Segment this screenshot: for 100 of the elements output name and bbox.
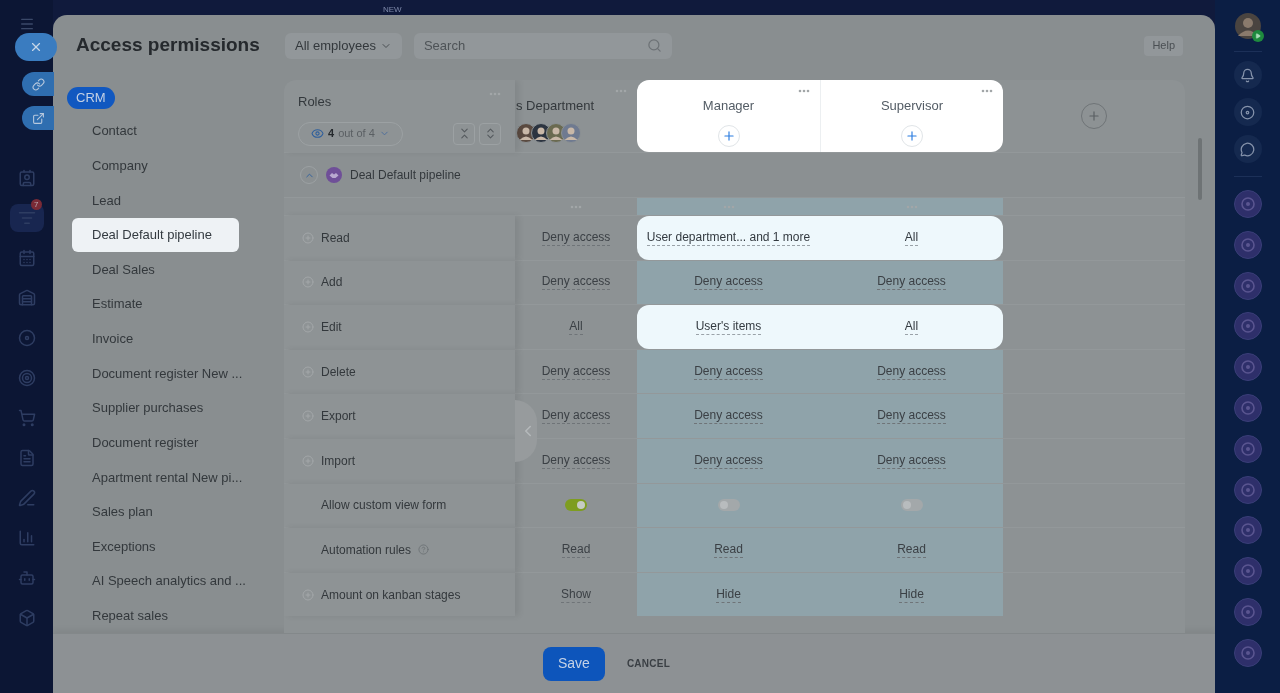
avatar-icon (561, 122, 581, 143)
nav-item[interactable]: Sales plan (72, 494, 153, 530)
chat-avatar-icon[interactable] (1233, 516, 1262, 545)
permission-value[interactable]: Deny access (694, 408, 763, 425)
chat-avatar-icon[interactable] (1233, 190, 1262, 218)
permission-value[interactable]: Deny access (694, 452, 763, 469)
disc-icon[interactable] (17, 329, 36, 347)
link-button[interactable] (22, 72, 54, 96)
help-button[interactable]: Help (1144, 35, 1183, 56)
new-label: NEW (383, 4, 402, 16)
group-title: Deal Default pipeline (350, 167, 461, 184)
filter-icon[interactable] (17, 209, 36, 227)
permission-value[interactable]: Deny access (541, 229, 611, 246)
close-button[interactable] (15, 33, 57, 61)
cart-icon[interactable] (17, 409, 36, 427)
bar-chart-icon[interactable] (17, 529, 36, 547)
save-button[interactable]: Save (542, 646, 605, 681)
permission-value[interactable]: User department... and 1 more (646, 229, 811, 246)
toggle-switch[interactable] (900, 499, 923, 512)
permission-label: Import (321, 452, 355, 470)
permission-value[interactable]: Hide (716, 586, 741, 603)
permission-value[interactable]: Read (561, 541, 591, 558)
permission-value[interactable]: Deny access (877, 408, 946, 425)
user-avatar-icon[interactable] (1234, 13, 1261, 39)
document-icon[interactable] (17, 449, 36, 467)
search-icon (646, 37, 662, 53)
nav-item[interactable]: Invoice (72, 321, 134, 357)
pen-icon[interactable] (17, 489, 36, 507)
chat-avatar-icon[interactable] (1233, 475, 1262, 504)
chat-avatar-icon[interactable] (1233, 230, 1262, 259)
notifications-button[interactable] (1233, 61, 1262, 89)
collapse-all-button[interactable] (453, 122, 475, 145)
open-in-new-button[interactable] (22, 106, 54, 130)
calendar-icon[interactable] (17, 249, 36, 267)
disc-button[interactable] (1233, 98, 1262, 126)
more-icon[interactable] (981, 89, 993, 93)
chat-avatar-icon[interactable] (1233, 557, 1262, 586)
chat-avatar-icon[interactable] (1233, 312, 1262, 341)
add-member-button[interactable] (717, 124, 740, 147)
robot-icon[interactable] (17, 569, 36, 587)
chat-avatar-icon[interactable] (1233, 597, 1262, 626)
permission-value[interactable]: Deny access (541, 363, 611, 380)
nav-item[interactable]: Document register New ... (72, 356, 243, 391)
chat-avatar-icon[interactable] (1233, 434, 1262, 463)
nav-item[interactable]: Repeat sales (72, 598, 168, 633)
expand-all-button[interactable] (479, 122, 501, 145)
chat-button[interactable] (1233, 135, 1262, 163)
chat-avatar-icon[interactable] (1233, 353, 1262, 382)
permission-value[interactable]: Deny access (694, 274, 763, 291)
warehouse-icon[interactable] (17, 289, 36, 307)
chat-avatar-icon[interactable] (1233, 271, 1262, 300)
nav-item[interactable]: Deal Default pipeline (72, 217, 239, 253)
permission-value[interactable]: Read (714, 541, 743, 558)
permission-value[interactable]: All (569, 319, 583, 335)
more-icon[interactable] (798, 89, 810, 93)
nav-item[interactable]: Apartment rental New pi... (72, 459, 243, 495)
nav-item[interactable]: Lead (72, 183, 121, 218)
collapse-panel-button[interactable] (515, 400, 537, 462)
nav-item[interactable]: Document register (72, 425, 199, 460)
permission-value[interactable]: User's items (695, 319, 762, 335)
employee-filter-dropdown[interactable]: All employees (285, 32, 402, 59)
permission-value[interactable]: All (904, 229, 919, 246)
permission-value[interactable]: Hide (899, 586, 924, 603)
nav-item[interactable]: Company (72, 148, 148, 184)
roles-title: Roles (298, 93, 332, 111)
nav-item[interactable]: AI Speech analytics and ... (72, 563, 246, 599)
page-title: Access permissions (76, 33, 261, 58)
chat-avatar-icon[interactable] (1233, 394, 1262, 422)
chat-avatar-icon[interactable] (1233, 638, 1262, 667)
cancel-button[interactable]: CANCEL (626, 656, 671, 671)
toggle-switch[interactable] (565, 499, 587, 512)
permission-value[interactable]: Deny access (541, 452, 611, 469)
permission-value[interactable]: Deny access (541, 274, 611, 291)
chat-icon (1240, 141, 1255, 157)
permission-value[interactable]: Deny access (694, 363, 763, 380)
link-icon (31, 77, 45, 91)
permission-value[interactable]: Deny access (877, 274, 946, 291)
permission-value[interactable]: All (904, 319, 919, 335)
category-chip[interactable]: CRM (67, 86, 115, 109)
permission-label: Edit (321, 319, 342, 336)
nav-item[interactable]: Supplier purchases (72, 390, 204, 426)
cube-icon[interactable] (17, 609, 36, 627)
permission-value[interactable]: Deny access (541, 408, 611, 425)
permission-value[interactable]: Deny access (877, 452, 946, 469)
nav-item[interactable]: Contact (72, 113, 137, 149)
help-icon[interactable] (418, 544, 430, 556)
menu-icon[interactable] (18, 16, 35, 32)
nav-item[interactable]: Estimate (72, 286, 143, 322)
permission-value[interactable]: Read (897, 541, 926, 558)
add-member-button[interactable] (901, 124, 923, 147)
target-icon[interactable] (17, 369, 36, 387)
permission-value[interactable]: Show (561, 586, 591, 603)
permission-value[interactable]: Deny access (877, 363, 946, 380)
role-name: Manager (702, 97, 755, 115)
search-field[interactable]: Search (413, 32, 672, 59)
toggle-switch[interactable] (717, 499, 740, 512)
plus-icon (905, 128, 919, 143)
nav-item[interactable]: Deal Sales (72, 252, 155, 287)
nav-item[interactable]: Exceptions (72, 529, 156, 564)
id-card-icon[interactable] (17, 169, 36, 187)
